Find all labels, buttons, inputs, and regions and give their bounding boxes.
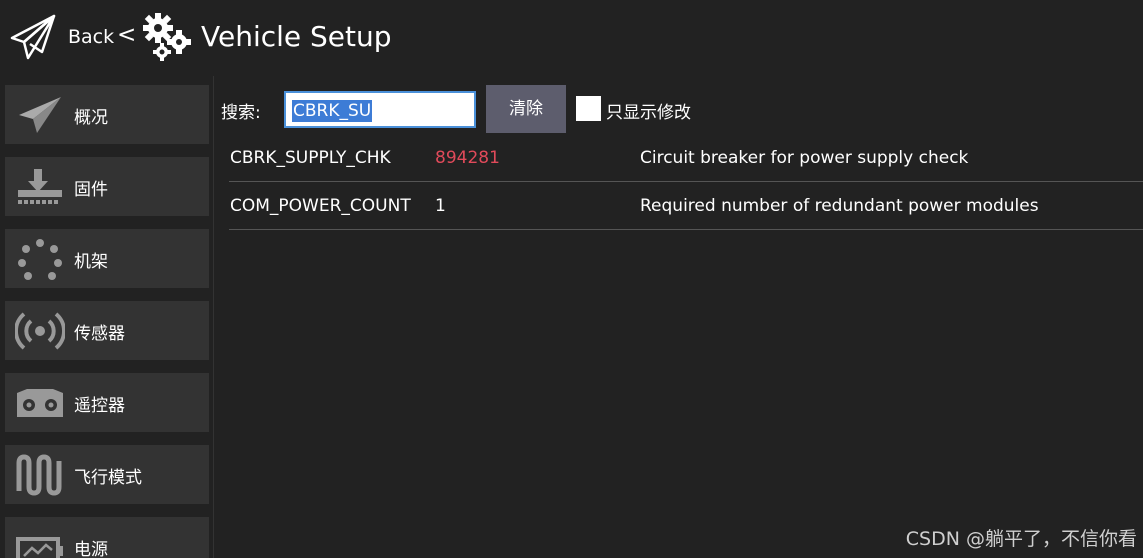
sidebar-item-power[interactable]: 电源 — [5, 517, 209, 558]
sidebar: 概况 固件 机架 传感器 遥控器 飞行模式 电源 — [0, 76, 214, 558]
clear-button[interactable]: 清除 — [486, 85, 566, 133]
sidebar-item-label: 飞行模式 — [74, 468, 142, 488]
back-button[interactable]: Back — [68, 26, 114, 48]
table-row[interactable]: COM_POWER_COUNT 1 Required number of red… — [229, 182, 1143, 230]
wave-icon — [16, 454, 62, 496]
sidebar-item-label: 传感器 — [74, 324, 125, 344]
sidebar-item-airframe[interactable]: 机架 — [5, 229, 209, 288]
breadcrumb-separator: < — [117, 22, 137, 48]
search-label: 搜索: — [221, 103, 261, 123]
sidebar-item-label: 机架 — [74, 252, 108, 272]
sidebar-item-radio[interactable]: 遥控器 — [5, 373, 209, 432]
watermark: CSDN @躺平了，不信你看 — [905, 528, 1137, 550]
param-value: 894281 — [435, 148, 500, 168]
sidebar-item-summary[interactable]: 概况 — [5, 85, 209, 144]
param-name: CBRK_SUPPLY_CHK — [230, 148, 391, 168]
param-value: 1 — [435, 196, 446, 216]
radio-controller-icon — [17, 389, 63, 417]
sidebar-item-flight-modes[interactable]: 飞行模式 — [5, 445, 209, 504]
paper-plane-icon — [19, 97, 61, 133]
sidebar-item-label: 概况 — [74, 108, 108, 128]
param-description: Circuit breaker for power supply check — [640, 148, 969, 168]
paper-plane-icon[interactable] — [8, 12, 58, 62]
only-modified-checkbox[interactable] — [576, 96, 601, 121]
radio-waves-icon — [15, 312, 65, 350]
gears-icon — [143, 13, 191, 61]
search-input-value: CBRK_SU — [292, 100, 373, 122]
toolbar: Back < Vehicle Setup — [0, 0, 1143, 76]
param-name: COM_POWER_COUNT — [230, 196, 411, 216]
search-input[interactable]: CBRK_SU — [284, 91, 476, 128]
sidebar-item-sensors[interactable]: 传感器 — [5, 301, 209, 360]
sidebar-item-label: 固件 — [74, 180, 108, 200]
only-modified-label: 只显示修改 — [606, 103, 691, 123]
param-description: Required number of redundant power modul… — [640, 196, 1039, 216]
airframe-dots-icon — [18, 239, 62, 280]
sidebar-item-label: 遥控器 — [74, 396, 125, 416]
download-icon — [18, 169, 62, 204]
sidebar-item-label: 电源 — [74, 540, 108, 558]
table-row[interactable]: CBRK_SUPPLY_CHK 894281 Circuit breaker f… — [229, 134, 1143, 182]
page-title: Vehicle Setup — [201, 20, 392, 53]
battery-icon — [16, 537, 63, 558]
sidebar-item-firmware[interactable]: 固件 — [5, 157, 209, 216]
